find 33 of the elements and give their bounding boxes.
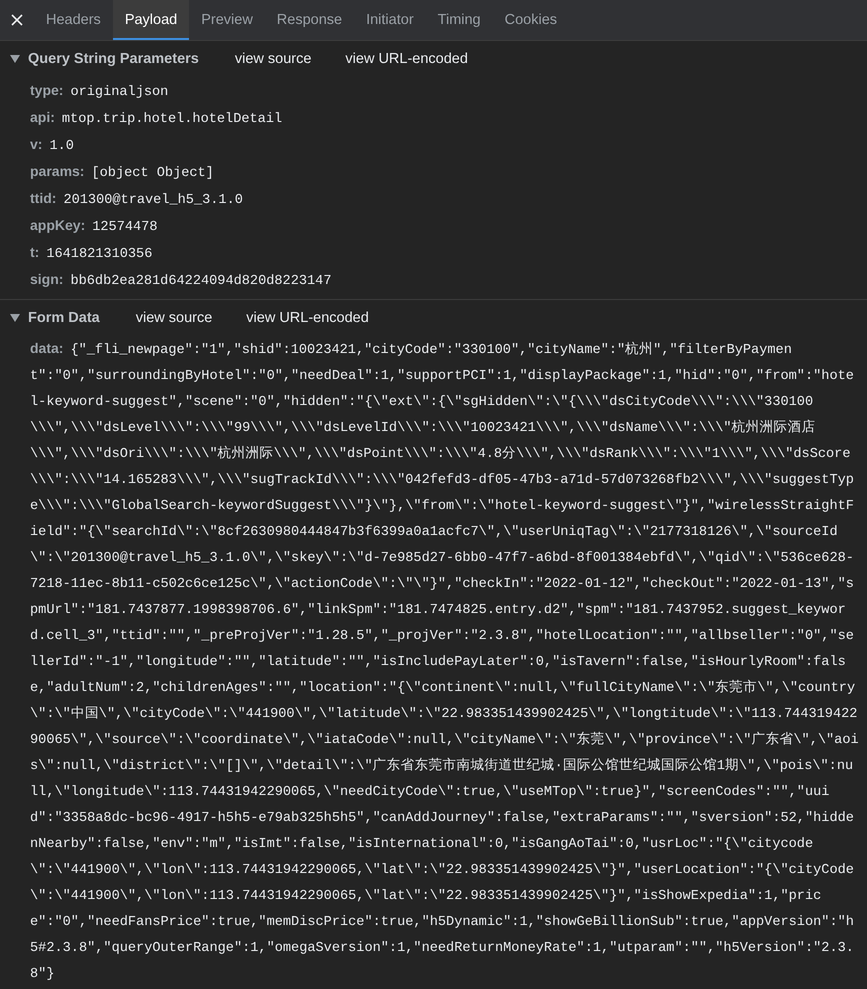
- param-value: 12574478: [92, 220, 158, 235]
- param-key: appKey:: [30, 217, 86, 233]
- param-value: originaljson: [70, 85, 168, 100]
- view-link[interactable]: view URL-encoded: [345, 51, 468, 67]
- param-key: v:: [30, 136, 42, 152]
- param-key: api:: [30, 109, 55, 125]
- triangle-icon: [10, 314, 20, 322]
- param-key: type:: [30, 82, 64, 98]
- tab[interactable]: Response: [264, 0, 354, 40]
- param-value: 201300@travel_h5_3.1.0: [63, 193, 243, 208]
- param-key: sign:: [30, 271, 64, 287]
- param-value: [object Object]: [91, 166, 214, 181]
- close-icon: [11, 14, 23, 26]
- form-data-entry: data: {"_fli_newpage":"1","shid":10023421,"cityCode":"330100","cityName":"杭州","filterByPayment":"0","surroundingByHotel":"0","needDeal":1,"supportPCI":1,"displayPackage":1,"hid":"0","from":"hotel-keyword-suggest","scene":"0","hidden":"{\"ext\":{\"sgHidden\":\"{\\\"dsCityCode\\\":\\\"330100\\\",\\\"dsLevel\\\":\\\"99\\\",\\\"dsLevelId\\\":\\\"10023421\\\",\\\"dsName\\\":\\\"杭州洲际酒店\\\",\\\"dsOri\\\":\\\"杭州洲际\\\",\\\"dsPoint\\\":\\\"4.8分\\\",\\\"dsRank\\\":\\\"1\\\",\\\"dsScore\\\":\\\"14.165283\\\",\\\"sugTrackId\\\":\\\"042fefd3-df05-47b3-a71d-57d073268fb2\\\",\\\"suggestType\\\":\\\"GlobalSearch-keywordSuggest\\\"}\"},\"from\":\"hotel-keyword-suggest\"}","wirelessStraightField":"{\"searchId\":\"8cf2630980444847b3f6399a0a1acfc7\",\"userUniqTag\":\"2177318126\",\"sourceId\":\"201300@travel_h5_3.1.0\",\"skey\":\"d-7e985d27-6bb0-47f7-a6bd-8f001384ebfd\",\"qid\":\"536ce628-7218-11ec-8b11-c502c6ce125c\",\"actionCode\":\"\"}","checkIn":"2022-01-12","checkOut":"2022-01-13","spmUrl":"181.7437877.1998398706.6","linkSpm":"181.7474825.entry.d2","spm":"181.7437952.suggest_keyword.cell_3","ttid":"","_preProjVer":"1.28.5","_projVer":"2.3.8","hotelLocation":"","allbseller":"0","sellerId":"-1","longitude":"","latitude":"","isIncludePayLater":0,"isTavern":false,"isHourlyRoom":false,"adultNum":2,"childrenAges":"","location":"{\"continent\":null,\"fullCityName\":\"东莞市\",\"country\":\"中国\",\"cityCode\":\"441900\",\"latitude\":\"22.983351439902425\",\"longtitude\":\"113.74431942290065\",\"source\":\"coordinate\",\"iataCode\":null,\"cityName\":\"东莞\",\"province\":\"广东省\",\"aois\":null,\"district\":\"[]\",\"detail\":\"广东省东莞市南城街道世纪城·国际公馆世纪城国际公馆1期\",\"pois\":null,\"longitude\":113.74431942290065,\"needCityCode\":true,\"useMTop\":true}","screenCodes":"","uuid":"3358a8dc-bc96-4917-h5h5-e79ab325h5h5","canAddJourney":false,"extraParams":"","sversion":52,"hiddenNearby":false,"env":"m","isImt":false,"isInternational":0,"isGangAoTai":0,"usrLoc":"{\"citycode\":\"441900\",\"lon\":113.74431942290065,\"lat\":\"22.983351439902425\"}","userLocation":"{\"cityCode\":\"441900\",\"lon\":113.74431942290065,\"lat\":\"22.983351439902425\"}","isShowExpedia":1,"price":"0","needFansPrice":true,"memDiscPrice":true,"h5Dynamic":1,"showGeBillionSub":true,"appVersion":"h5#2.3.8","queryOuterRange":1,"omegaSversion":1,"needReturnMoneyRate":1,"utparam":"","h5Version":"2.3.8"}: [29, 339, 860, 984]
- tab[interactable]: Cookies: [492, 0, 570, 40]
- section-toggle[interactable]: Form Data: [10, 310, 100, 326]
- tab[interactable]: Preview: [189, 0, 265, 40]
- view-link[interactable]: view URL-encoded: [246, 310, 369, 326]
- tab[interactable]: Payload: [112, 0, 190, 40]
- section-toggle[interactable]: Query String Parameters: [10, 51, 199, 67]
- param-value: 1641821310356: [46, 247, 152, 262]
- param-value: bb6db2ea281d64224094d820d8223147: [70, 274, 332, 289]
- param-key: t:: [30, 244, 40, 260]
- view-link[interactable]: view source: [136, 310, 212, 326]
- tab[interactable]: Timing: [426, 0, 493, 40]
- view-link[interactable]: view source: [234, 51, 312, 67]
- param-value: 1.0: [49, 139, 74, 154]
- param-key: ttid:: [30, 190, 56, 206]
- triangle-icon: [10, 55, 20, 63]
- param-key: params:: [30, 163, 84, 179]
- param-value: mtop.trip.hotel.hotelDetail: [62, 112, 282, 127]
- tab[interactable]: Headers: [34, 0, 113, 40]
- tab[interactable]: Initiator: [354, 0, 426, 40]
